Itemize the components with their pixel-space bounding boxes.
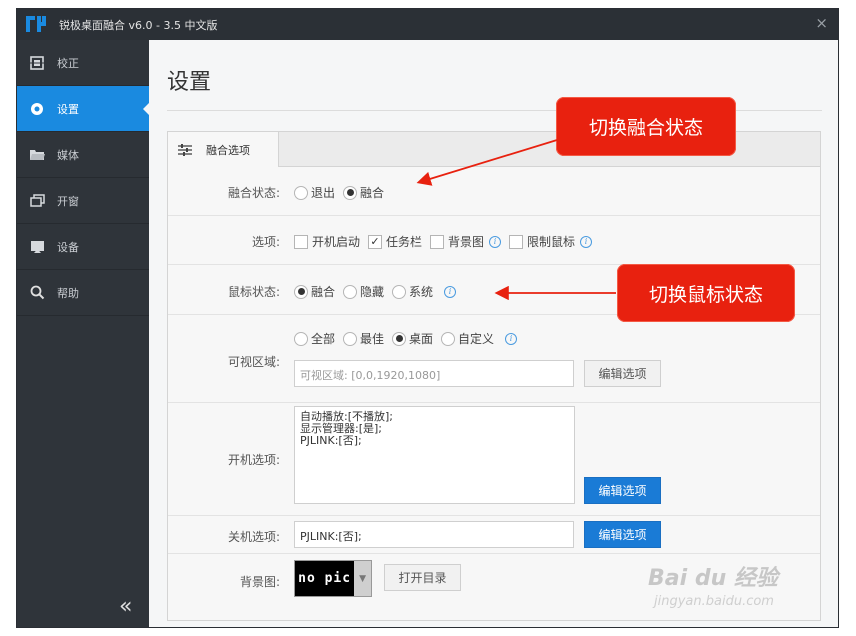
radio-area-all[interactable] [294, 331, 308, 346]
shutdown-options-row: 关机选项: PJLINK:[否]; 编辑选项 [168, 516, 820, 554]
options-row: 选项: 开机启动 ✓ 任务栏 背景图 i 限制鼠标 i [168, 216, 820, 265]
radio-fusion-exit[interactable] [294, 185, 308, 200]
search-icon [29, 285, 45, 301]
calibrate-icon [29, 55, 45, 71]
chevron-down-icon[interactable]: ▼ [354, 561, 371, 596]
checkbox-taskbar[interactable]: ✓ [368, 234, 383, 249]
radio-label: 系统 [409, 285, 434, 299]
checkbox-limit-mouse[interactable] [509, 234, 524, 249]
radio-label: 融合 [311, 285, 336, 299]
checkbox-label: 限制鼠标 [527, 235, 576, 249]
visible-area-input[interactable]: 可视区域: [0,0,1920,1080] [294, 360, 574, 387]
fusion-state-label: 融合状态: [227, 186, 280, 200]
boot-options-row: 开机选项: 自动播放:[不播放]; 显示管理器:[是]; PJLINK:[否];… [168, 403, 820, 516]
no-pic-image: no pic [298, 571, 352, 586]
settings-panel: 融合选项 融合状态: 退出 融合 选项: 开机启动 ✓ 任务栏 背景图 i 限制… [167, 131, 821, 621]
info-icon[interactable]: i [444, 285, 457, 298]
sidebar-item-label: 设备 [57, 240, 79, 254]
sidebar-item-calibrate[interactable]: 校正 [17, 40, 149, 86]
radio-label: 全部 [311, 332, 336, 346]
checkbox-label: 背景图 [448, 235, 485, 249]
sidebar-item-label: 设置 [57, 102, 79, 116]
boot-option-line: PJLINK:[否]; [300, 434, 362, 447]
boot-options-textarea[interactable]: 自动播放:[不播放]; 显示管理器:[是]; PJLINK:[否]; [294, 406, 575, 504]
info-icon[interactable]: i [489, 235, 502, 248]
tab-fusion-options[interactable]: 融合选项 [167, 131, 279, 167]
sidebar-item-window[interactable]: 开窗 [17, 178, 149, 224]
callout-mouse: 切换鼠标状态 [617, 264, 795, 322]
boot-options-label: 开机选项: [227, 453, 280, 467]
radio-label: 融合 [360, 186, 385, 200]
sidebar-item-label: 媒体 [57, 148, 79, 162]
radio-area-best[interactable] [343, 331, 358, 346]
sidebar-item-device[interactable]: 设备 [17, 224, 149, 270]
checkbox-autostart[interactable] [294, 234, 308, 249]
watermark-url: jingyan.baidu.com [654, 594, 774, 609]
mouse-state-label: 鼠标状态: [227, 285, 280, 299]
radio-label: 最佳 [360, 332, 385, 346]
shutdown-options-label: 关机选项: [227, 530, 280, 544]
fusion-state-row: 融合状态: 退出 融合 [168, 168, 820, 216]
sliders-icon [178, 143, 192, 156]
options-label: 选项: [251, 235, 280, 249]
radio-label: 桌面 [409, 332, 434, 346]
callout-fusion: 切换融合状态 [556, 97, 736, 156]
shutdown-options-input[interactable]: PJLINK:[否]; [294, 521, 574, 548]
watermark-logo: Bai du 经验 [648, 566, 778, 591]
radio-label: 退出 [311, 186, 336, 200]
background-thumbnail[interactable]: no pic ▼ [294, 560, 372, 597]
sidebar-item-label: 校正 [57, 56, 79, 70]
edit-boot-options-button[interactable]: 编辑选项 [584, 477, 661, 504]
open-directory-button[interactable]: 打开目录 [384, 564, 461, 591]
window-title: 锐极桌面融合 v6.0 - 3.5 中文版 [59, 19, 218, 32]
close-icon[interactable]: × [815, 14, 828, 32]
radio-label: 隐藏 [360, 285, 385, 299]
background-label: 背景图: [239, 575, 280, 589]
edit-visible-area-button[interactable]: 编辑选项 [584, 360, 661, 387]
page-title: 设置 [167, 70, 212, 95]
sidebar-item-settings[interactable]: 设置 [17, 86, 150, 132]
radio-mouse-fusion[interactable] [294, 284, 308, 299]
sidebar-item-media[interactable]: 媒体 [17, 132, 149, 178]
radio-label: 自定义 [458, 332, 495, 346]
checkbox-label: 开机启动 [312, 235, 361, 249]
collapse-sidebar-icon[interactable]: « [119, 594, 132, 619]
tab-label: 融合选项 [206, 143, 250, 157]
radio-area-custom[interactable] [441, 331, 456, 346]
sidebar-item-help[interactable]: 帮助 [17, 270, 149, 316]
title-bar: 锐极桌面融合 v6.0 - 3.5 中文版 × [17, 9, 838, 40]
radio-fusion-on[interactable] [343, 185, 358, 200]
radio-mouse-hide[interactable] [343, 284, 358, 299]
info-icon[interactable]: i [580, 235, 593, 248]
gear-icon [29, 101, 45, 117]
checkbox-background[interactable] [430, 234, 445, 249]
sidebar-item-label: 开窗 [57, 194, 79, 208]
folder-icon [29, 147, 45, 163]
app-logo-icon [26, 16, 46, 32]
info-icon[interactable]: i [505, 332, 518, 345]
visible-area-label: 可视区域: [227, 355, 280, 369]
sidebar: 校正 设置 媒体 开窗 设备 帮助 « [17, 40, 150, 627]
checkbox-label: 任务栏 [386, 235, 423, 249]
sidebar-item-label: 帮助 [57, 286, 79, 300]
device-icon [29, 239, 45, 255]
radio-mouse-system[interactable] [392, 284, 407, 299]
window-icon [29, 193, 45, 209]
visible-area-row: 可视区域: 全部 最佳 桌面 自定义 i 可视区域: [0,0,1920,108… [168, 315, 820, 403]
edit-shutdown-options-button[interactable]: 编辑选项 [584, 521, 661, 548]
radio-area-desktop[interactable] [392, 331, 407, 346]
